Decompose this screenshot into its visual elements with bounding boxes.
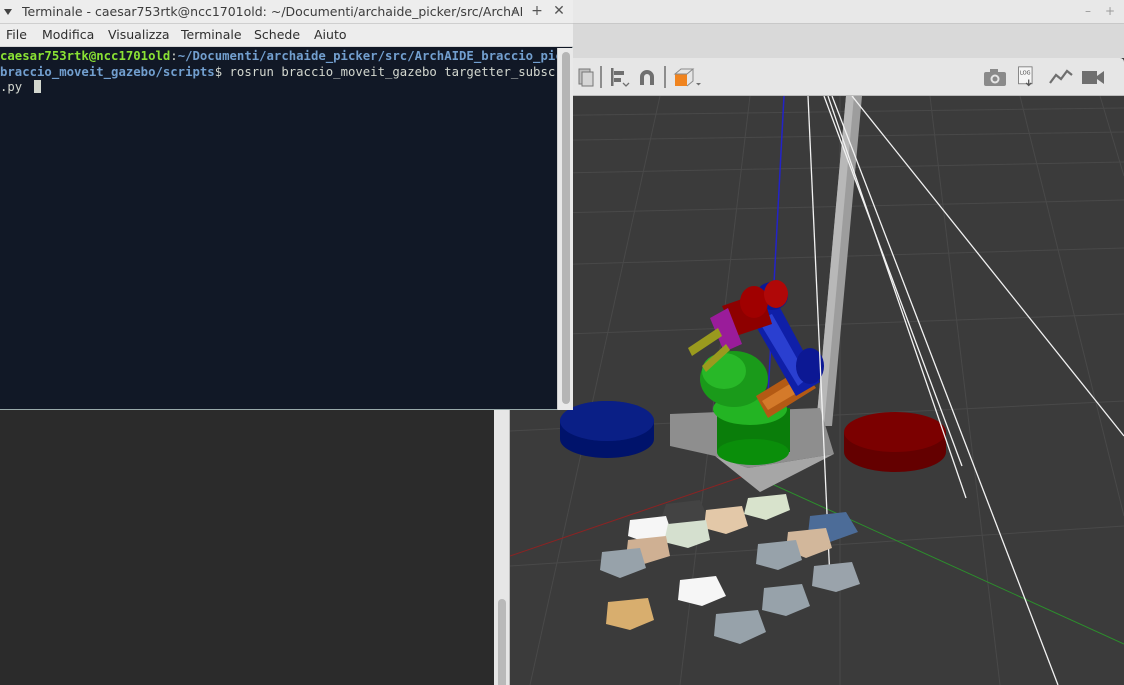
toolbar-separator [600,66,602,88]
snap-icon[interactable] [636,66,658,88]
desktop: – + LOG Terminale - caesar753rtk@ncc1701… [0,0,1124,685]
command-text-1: rosrun braccio_moveit_gazebo targetter_s… [229,64,557,79]
terminal-scrollbar-thumb[interactable] [562,52,570,404]
terminal-line-3: .py [0,80,557,96]
side-panel-scrollbar[interactable] [498,599,506,685]
terminal-cursor [33,80,41,93]
menu-visualizza[interactable]: Visualizza [108,27,170,42]
prompt-path-1: ~/Documenti/archaide_picker/src/ArchAIDE… [177,49,557,63]
gazebo-minimize-button[interactable]: – [1080,3,1096,19]
log-icon[interactable]: LOG [1014,66,1040,88]
menu-aiuto[interactable]: Aiuto [314,27,347,42]
copy-icon[interactable] [574,66,596,88]
video-icon[interactable] [1080,66,1106,88]
terminal-line-2: braccio_moveit_gazebo/scripts$ rosrun br… [0,65,557,81]
terminal-title: Terminale - caesar753rtk@ncc1701old: ~/D… [22,4,522,19]
menu-terminale[interactable]: Terminale [181,27,242,42]
terminal-line-1: caesar753rtk@ncc1701old:~/Documenti/arch… [0,49,557,65]
terminal-minimize-button[interactable]: – [506,2,524,20]
prompt-symbol: $ [214,64,230,79]
terminal-maximize-button[interactable]: + [528,2,546,20]
log-label: LOG [1020,70,1031,76]
gazebo-toolbar: LOG [510,58,1124,96]
toolbar-separator [664,66,666,88]
terminal-window: Terminale - caesar753rtk@ncc1701old: ~/D… [0,0,573,410]
gazebo-titlebar: – + [494,0,1124,24]
terminal-menubar: File Modifica Visualizza Terminale Sched… [0,24,573,47]
command-text-2: .py [0,80,30,94]
menu-modifica[interactable]: Modifica [42,27,94,42]
gazebo-3d-scene[interactable] [510,96,1124,685]
view-angle-icon[interactable] [672,66,702,88]
gazebo-window: – + LOG [494,0,1124,685]
terminal-titlebar[interactable]: Terminale - caesar753rtk@ncc1701old: ~/D… [0,0,573,24]
prompt-path-2: braccio_moveit_gazebo/scripts [0,64,215,79]
terminal-close-button[interactable]: ✕ [550,2,568,20]
terminal-scrollbar[interactable] [557,48,573,410]
terminal-output[interactable]: caesar753rtk@ncc1701old:~/Documenti/arch… [0,48,557,409]
screenshot-icon[interactable] [982,66,1008,88]
plot-icon[interactable] [1048,66,1074,88]
align-icon[interactable] [608,66,630,88]
menu-schede[interactable]: Schede [254,27,300,42]
gazebo-maximize-button[interactable]: + [1102,3,1118,19]
window-menu-icon[interactable] [4,8,12,16]
prompt-user: caesar753rtk@ncc1701old [0,49,171,63]
prompt-separator: : [170,49,178,63]
menu-file[interactable]: File [6,27,27,42]
